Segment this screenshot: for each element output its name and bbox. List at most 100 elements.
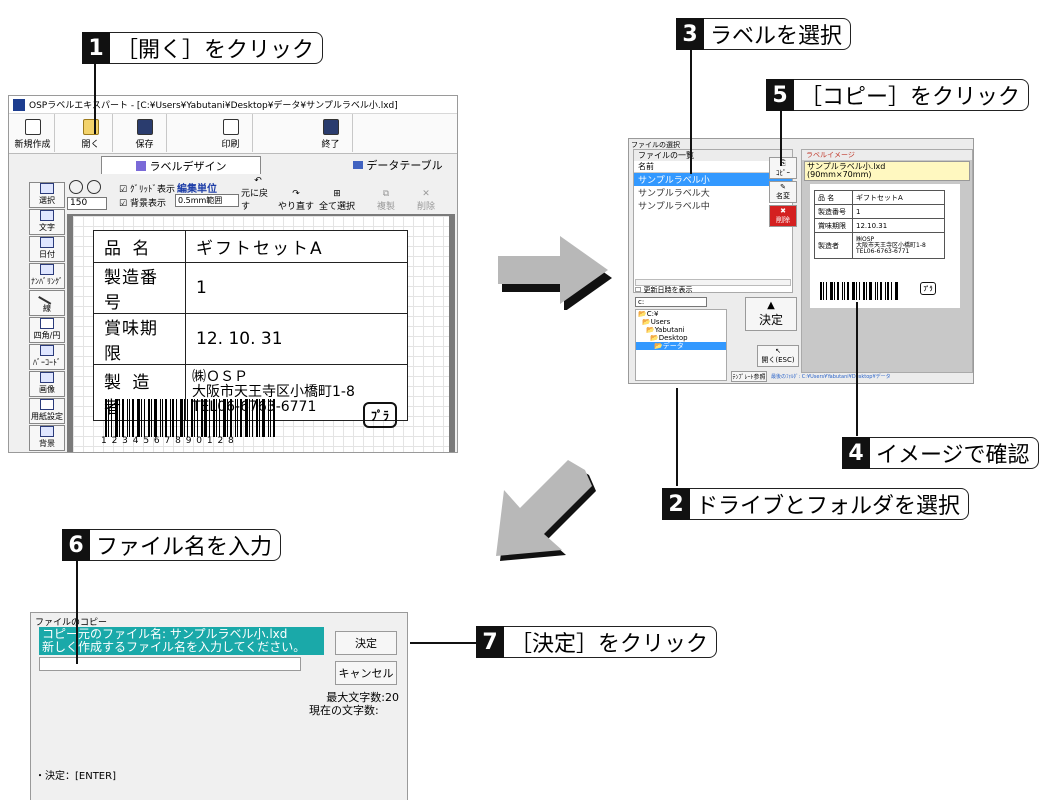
- barcode-bar: [144, 399, 145, 437]
- select-all-button[interactable]: ⊞ 全て選択: [317, 180, 357, 212]
- barcode-bar: [842, 282, 843, 300]
- preview-panel: ラベルイメージ サンプルラベル小.lxd (90mm×70mm) 品 名ギフトセ…: [801, 149, 973, 373]
- zoom-select[interactable]: 150: [67, 197, 107, 210]
- barcode-bar: [216, 399, 217, 437]
- barcode-bar: [170, 399, 171, 437]
- zoom-in-icon[interactable]: [69, 180, 83, 194]
- open-esc-button[interactable]: ↖ 開く(ESC): [757, 345, 799, 367]
- folder-item[interactable]: 📂データ: [636, 342, 726, 350]
- main-toolbar: 新規作成 開く 保存 印刷 終了: [9, 114, 457, 154]
- copy-button[interactable]: ⎘ ｺﾋﾟｰ: [769, 157, 797, 179]
- callout-2: 2 ドライブとフォルダを選択: [662, 484, 970, 524]
- barcode-bar: [245, 399, 248, 437]
- duplicate-button[interactable]: ⧉ 複製: [369, 180, 403, 212]
- barcode-bar: [172, 399, 174, 437]
- folder-item[interactable]: 📂Users: [636, 318, 726, 326]
- folder-item[interactable]: 📂Yabutani: [636, 326, 726, 334]
- design-canvas[interactable]: 品 名ギフトセットA 製造番号 1 賞味期限 12. 10. 31 製 造 者 ㈱Ｏ…: [67, 214, 455, 452]
- line-icon: [38, 288, 56, 305]
- barcode-bar: [847, 282, 849, 300]
- open-button[interactable]: 開く: [69, 114, 113, 152]
- tool-paper-setup[interactable]: 用紙設定: [29, 398, 65, 424]
- callout-1-leader: [94, 62, 96, 134]
- file-decide-button[interactable]: ▲ 決定: [745, 297, 797, 331]
- new-button[interactable]: 新規作成: [11, 114, 55, 152]
- template-button[interactable]: ﾃﾝﾌﾟﾚｰﾄ参照: [731, 371, 767, 382]
- callout-5: 5 ［コピー］をクリック: [766, 75, 1030, 115]
- tab-design[interactable]: ラベルデザイン: [101, 156, 261, 174]
- callout-6-leader: [76, 560, 78, 664]
- new-filename-input[interactable]: [39, 657, 301, 671]
- barcode-bar: [256, 399, 258, 437]
- barcode-bar: [891, 282, 892, 300]
- show-date-checkbox[interactable]: ☐ 更新日時を表示: [635, 285, 693, 295]
- table-row: 賞味期限 12. 10. 31: [93, 313, 408, 365]
- tab-data-table[interactable]: データテーブル: [339, 156, 457, 174]
- arrow-right-icon: [498, 236, 612, 310]
- app-logo-icon: [13, 98, 25, 111]
- folder-item[interactable]: 📂C:¥: [636, 310, 726, 318]
- barcode-bar: [122, 399, 124, 437]
- copy-decide-button[interactable]: 決定: [335, 631, 397, 655]
- editor-titlebar: OSPラベルエキスパート - [C:¥Users¥Yabutani¥Deskto…: [9, 96, 457, 114]
- tool-shape[interactable]: 四角/円: [29, 317, 65, 343]
- barcode-bar: [201, 399, 203, 437]
- folder-tree[interactable]: 📂C:¥ 📂Users 📂Yabutani 📂Desktop 📂データ: [635, 309, 727, 381]
- barcode-bar: [204, 399, 207, 437]
- barcode-bar: [262, 399, 265, 437]
- tool-line[interactable]: 線: [29, 288, 65, 316]
- tool-barcode[interactable]: ﾊﾞｰｺｰﾄﾞ: [29, 344, 65, 370]
- folder-item[interactable]: 📂Desktop: [636, 334, 726, 342]
- barcode-bar: [877, 282, 878, 300]
- barcode-bar: [834, 282, 835, 300]
- barcode[interactable]: [105, 399, 278, 437]
- bg-checkbox[interactable]: ☑ 背景表示: [119, 196, 166, 209]
- file-copy-window: ファイルのコピー コピー元のファイル名: サンプルラベル小.lxd 新しく作成す…: [30, 612, 408, 800]
- tool-image[interactable]: 画像: [29, 371, 65, 397]
- barcode-bar: [852, 282, 855, 300]
- barcode-bar: [194, 399, 195, 437]
- image-icon: [40, 372, 54, 383]
- tool-date[interactable]: 日付: [29, 236, 65, 262]
- barcode-bar: [235, 399, 236, 437]
- barcode-bar: [880, 282, 882, 300]
- zoom-out-icon[interactable]: [87, 180, 101, 194]
- barcode-bar: [187, 399, 188, 437]
- tool-select[interactable]: 選択: [29, 182, 65, 208]
- barcode-bar: [223, 399, 226, 437]
- table-tab-icon: [353, 161, 364, 169]
- callout-2-leader: [676, 388, 678, 486]
- label-table[interactable]: 品 名ギフトセットA 製造番号 1 賞味期限 12. 10. 31 製 造 者 ㈱Ｏ…: [93, 230, 408, 421]
- tool-text[interactable]: 文字: [29, 209, 65, 235]
- status-path: 最後のﾌｫﾙﾀﾞ: C:¥Users¥Yabutani¥Desktop¥データ: [771, 374, 891, 380]
- decide-icon: ▲: [767, 300, 775, 311]
- barcode-bar: [160, 399, 161, 437]
- barcode-icon: [40, 345, 54, 356]
- preview-table: 品 名ギフトセットA 製造番号 1 賞味期限 12.10.31 製造者 ㈱OSP 大…: [814, 190, 945, 259]
- tool-background[interactable]: 背景: [29, 425, 65, 451]
- undo-button[interactable]: ↶ 元に戻す: [241, 176, 275, 212]
- exit-button[interactable]: 終了: [309, 114, 353, 152]
- barcode-bar: [844, 282, 845, 300]
- print-icon: [222, 119, 239, 135]
- drive-select[interactable]: c:: [635, 297, 707, 307]
- barcode-bar: [823, 282, 824, 300]
- redo-button[interactable]: ↷ やり直す: [277, 180, 315, 212]
- delete-file-button[interactable]: ✖ 削除: [769, 205, 797, 227]
- label-editor-window: OSPラベルエキスパート - [C:¥Users¥Yabutani¥Deskto…: [8, 95, 458, 453]
- delete-button[interactable]: ✕ 削除: [409, 180, 443, 212]
- copy-cancel-button[interactable]: キャンセル: [335, 661, 397, 685]
- barcode-bar: [111, 399, 112, 437]
- rename-button[interactable]: ✎ 名変: [769, 181, 797, 203]
- save-button[interactable]: 保存: [123, 114, 167, 152]
- tool-numbering[interactable]: ﾅﾝﾊﾞﾘﾝｸﾞ: [29, 263, 65, 289]
- barcode-bar: [141, 399, 142, 437]
- grid-checkbox[interactable]: ☑ ｸﾞﾘｯﾄﾞ表示: [119, 182, 175, 195]
- barcode-bar: [115, 399, 118, 437]
- copy-message: コピー元のファイル名: サンプルラベル小.lxd 新しく作成するファイル名を入力…: [39, 627, 324, 655]
- barcode-bar: [197, 399, 198, 437]
- print-button[interactable]: 印刷: [209, 114, 253, 152]
- edit-unit-select[interactable]: 0.5mm範囲: [175, 194, 239, 207]
- barcode-bar: [268, 399, 269, 437]
- edit-unit-label: 編集単位: [177, 184, 217, 195]
